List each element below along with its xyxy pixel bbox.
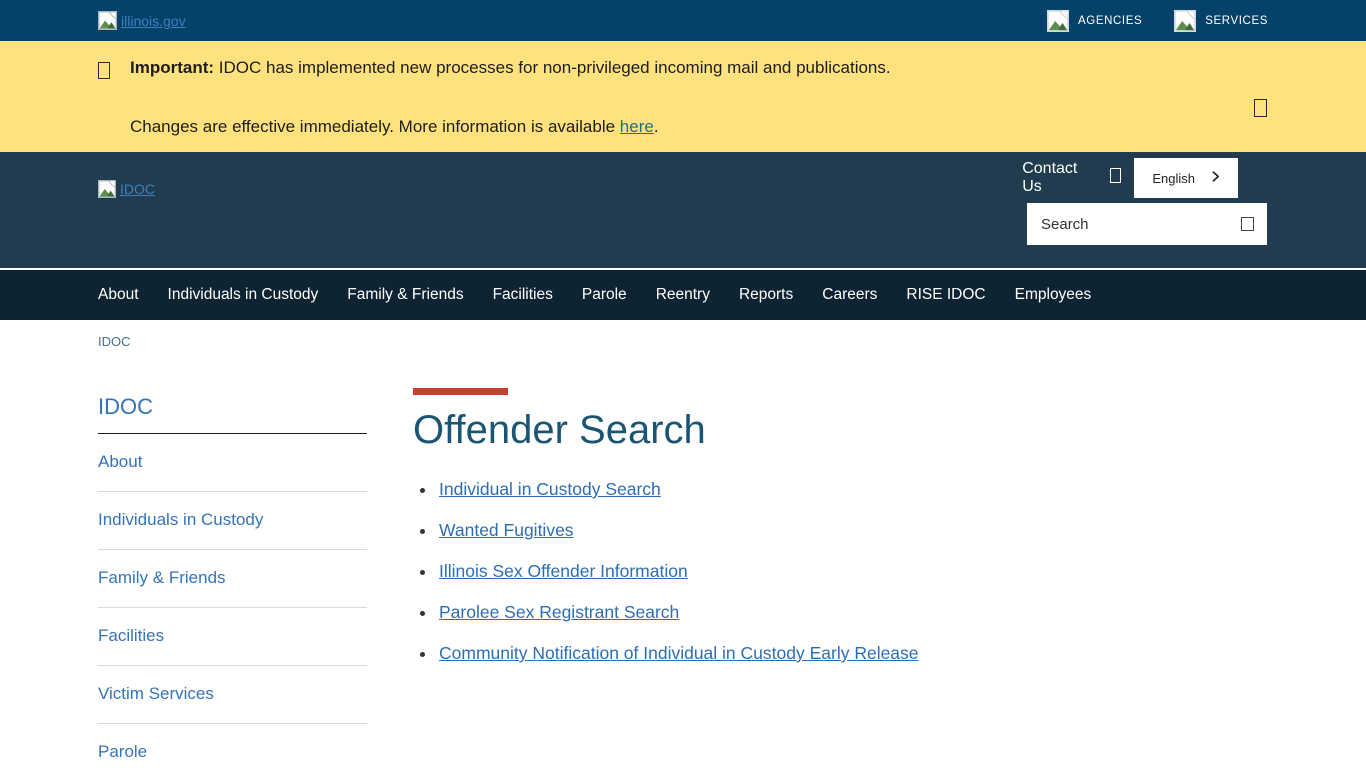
nav-item[interactable]: Facilities bbox=[493, 286, 553, 304]
idoc-logo[interactable]: IDOC bbox=[98, 180, 155, 198]
broken-image-icon bbox=[1174, 10, 1196, 32]
illinois-gov-logo-alt-text: illinois.gov bbox=[121, 13, 186, 29]
offender-search-link[interactable]: Parolee Sex Registrant Search bbox=[439, 602, 679, 622]
sidebar-item: Victim Services bbox=[98, 666, 367, 724]
search-icon[interactable] bbox=[1241, 217, 1254, 231]
broken-image-icon bbox=[98, 180, 116, 198]
page-title: Offender Search bbox=[413, 408, 1268, 453]
nav-item[interactable]: Careers bbox=[822, 286, 877, 304]
sidebar-link[interactable]: Victim Services bbox=[98, 666, 367, 723]
illinois-gov-logo[interactable]: illinois.gov bbox=[98, 11, 186, 30]
services-label: SERVICES bbox=[1205, 15, 1268, 27]
agencies-label: AGENCIES bbox=[1078, 15, 1142, 27]
search-input[interactable] bbox=[1041, 216, 1241, 233]
nav-item[interactable]: About bbox=[98, 286, 139, 304]
utility-links: AGENCIES SERVICES bbox=[1047, 10, 1268, 32]
agencies-link[interactable]: AGENCIES bbox=[1047, 10, 1142, 32]
nav-item[interactable]: RISE IDOC bbox=[906, 286, 985, 304]
breadcrumb-idoc[interactable]: IDOC bbox=[98, 334, 131, 349]
content-area: IDOC AboutIndividuals in CustodyFamily &… bbox=[0, 351, 1366, 768]
more-information-link[interactable]: here bbox=[620, 117, 654, 136]
sidebar-menu: AboutIndividuals in CustodyFamily & Frie… bbox=[98, 434, 367, 768]
offender-search-link[interactable]: Individual in Custody Search bbox=[439, 479, 661, 499]
globe-icon bbox=[1110, 168, 1121, 188]
header-tools: Contact Us English bbox=[1027, 158, 1267, 245]
list-item: Wanted Fugitives bbox=[437, 520, 1268, 541]
broken-image-icon bbox=[1047, 10, 1069, 32]
sidebar-item: Individuals in Custody bbox=[98, 492, 367, 550]
language-label: English bbox=[1152, 171, 1195, 186]
sidebar-link[interactable]: Family & Friends bbox=[98, 550, 367, 607]
services-link[interactable]: SERVICES bbox=[1174, 10, 1268, 32]
offender-search-link[interactable]: Wanted Fugitives bbox=[439, 520, 574, 540]
sidebar: IDOC AboutIndividuals in CustodyFamily &… bbox=[98, 351, 367, 768]
nav-item[interactable]: Reports bbox=[739, 286, 793, 304]
list-item: Community Notification of Individual in … bbox=[437, 643, 1268, 664]
main-navigation: About Individuals in Custody Family & Frie… bbox=[0, 270, 1366, 320]
list-item: Illinois Sex Offender Information bbox=[437, 561, 1268, 582]
sidebar-title[interactable]: IDOC bbox=[98, 394, 367, 434]
nav-item[interactable]: Family & Friends bbox=[347, 286, 463, 304]
sidebar-link[interactable]: About bbox=[98, 434, 367, 491]
offender-search-link[interactable]: Community Notification of Individual in … bbox=[439, 643, 919, 663]
nav-item[interactable]: Reentry bbox=[656, 286, 710, 304]
broken-image-icon bbox=[98, 11, 117, 30]
idoc-logo-alt-text: IDOC bbox=[120, 181, 155, 197]
nav-item[interactable]: Parole bbox=[582, 286, 627, 304]
sidebar-link[interactable]: Parole bbox=[98, 724, 367, 768]
list-item: Parolee Sex Registrant Search bbox=[437, 602, 1268, 623]
offender-search-links: Individual in Custody Search Wanted Fugit… bbox=[437, 479, 1268, 664]
alert-important-label: Important: bbox=[130, 58, 214, 77]
utility-bar: illinois.gov AGENCIES bbox=[0, 0, 1366, 41]
nav-item[interactable]: Individuals in Custody bbox=[168, 286, 319, 304]
accent-bar bbox=[413, 388, 508, 395]
sidebar-item: Facilities bbox=[98, 608, 367, 666]
sidebar-item: Family & Friends bbox=[98, 550, 367, 608]
alert-message-line1: Important: IDOC has implemented new proc… bbox=[130, 57, 891, 84]
list-item: Individual in Custody Search bbox=[437, 479, 1268, 500]
contact-us-link[interactable]: Contact Us bbox=[1022, 160, 1077, 196]
sidebar-link[interactable]: Individuals in Custody bbox=[98, 492, 367, 549]
sidebar-item: Parole bbox=[98, 724, 367, 768]
alert-message-line2: Changes are effective immediately. More … bbox=[130, 116, 1268, 138]
breadcrumb: IDOC bbox=[0, 320, 1366, 351]
nav-item[interactable]: Employees bbox=[1015, 286, 1092, 304]
close-icon[interactable] bbox=[1254, 99, 1267, 117]
sidebar-item: About bbox=[98, 434, 367, 492]
search-box bbox=[1027, 203, 1267, 245]
offender-search-link[interactable]: Illinois Sex Offender Information bbox=[439, 561, 688, 581]
sidebar-link[interactable]: Facilities bbox=[98, 608, 367, 665]
main-content: Offender Search Individual in Custody Se… bbox=[413, 351, 1268, 768]
chevron-right-icon bbox=[1209, 170, 1222, 186]
alert-icon bbox=[98, 62, 130, 84]
site-header: IDOC Contact Us English bbox=[0, 152, 1366, 270]
alert-banner: Important: IDOC has implemented new proc… bbox=[0, 41, 1366, 152]
language-selector[interactable]: English bbox=[1134, 158, 1238, 198]
